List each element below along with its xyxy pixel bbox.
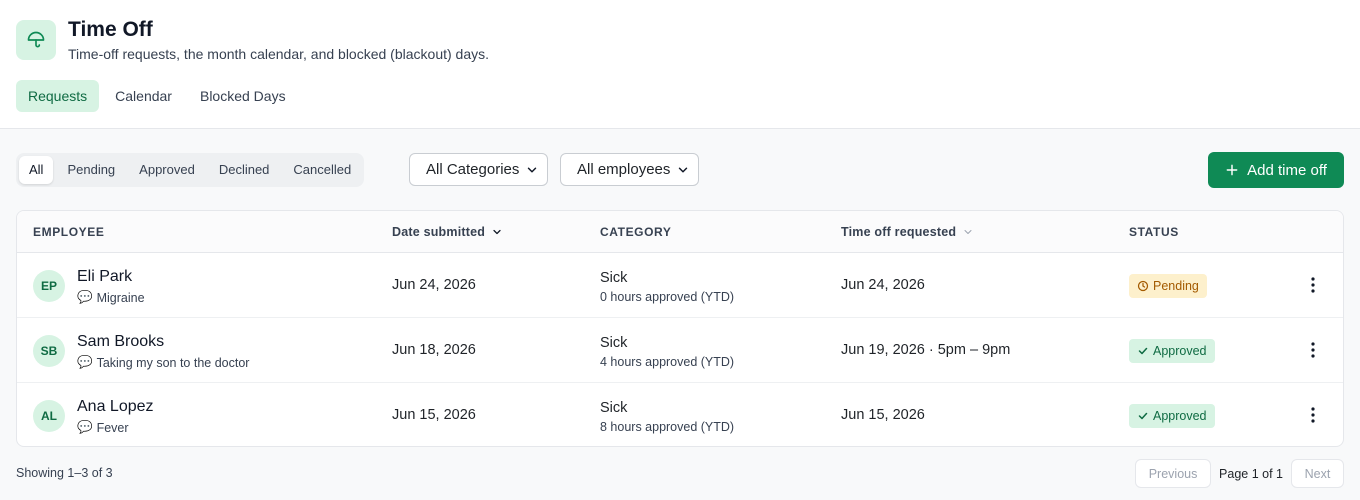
page-subtitle: Time-off requests, the month calendar, a… [68, 46, 490, 62]
tab-blocked-days[interactable]: Blocked Days [188, 80, 298, 112]
category-hours: 4 hours approved (YTD) [600, 355, 735, 369]
row-menu-button[interactable] [1305, 273, 1321, 297]
status-filter: All Pending Approved Declined Cancelled [16, 153, 365, 187]
results-count: Showing 1–3 of 3 [16, 466, 113, 480]
more-vertical-icon [1311, 407, 1315, 423]
request-note: 💬 Taking my son to the doctor [77, 355, 250, 370]
speech-bubble-icon: 💬 [77, 420, 93, 434]
time-off-requested: Jun 15, 2026 [841, 407, 925, 423]
view-tabs: Requests Calendar Blocked Days [16, 80, 298, 112]
filter-toolbar: All Pending Approved Declined Cancelled … [16, 152, 1344, 188]
page-indicator: Page 1 of 1 [1219, 466, 1283, 481]
more-vertical-icon [1311, 342, 1315, 358]
more-vertical-icon [1311, 277, 1315, 293]
employee-name[interactable]: Ana Lopez [77, 398, 154, 416]
status-badge: Pending [1129, 274, 1207, 298]
table-header: EMPLOYEE Date submitted CATEGORY Time of… [17, 211, 1343, 253]
column-category: CATEGORY [600, 225, 672, 239]
speech-bubble-icon: 💬 [77, 355, 93, 369]
status-filter-all[interactable]: All [19, 156, 54, 184]
column-time-off-requested[interactable]: Time off requested [841, 211, 974, 253]
category-select-value: All Categories [426, 161, 520, 178]
chevron-down-icon [964, 230, 972, 234]
category-name: Sick [600, 270, 628, 286]
column-employee: EMPLOYEE [33, 225, 105, 239]
category-hours: 8 hours approved (YTD) [600, 420, 735, 434]
status-filter-cancelled[interactable]: Cancelled [283, 156, 361, 184]
status-filter-approved[interactable]: Approved [129, 156, 205, 184]
clock-icon [1137, 280, 1149, 292]
category-name: Sick [600, 335, 628, 351]
page-header: Time Off Time-off requests, the month ca… [0, 0, 1360, 129]
employee-name[interactable]: Sam Brooks [77, 333, 164, 351]
avatar: EP [33, 270, 65, 302]
avatar: SB [33, 335, 65, 367]
check-icon [1138, 347, 1148, 355]
category-name: Sick [600, 400, 628, 416]
add-time-off-button[interactable]: Add time off [1208, 152, 1344, 188]
employee-select[interactable]: All employees [560, 153, 699, 186]
status-filter-pending[interactable]: Pending [57, 156, 125, 184]
page-title: Time Off [68, 18, 153, 41]
time-off-table: EMPLOYEE Date submitted CATEGORY Time of… [16, 210, 1344, 447]
table-row[interactable]: EP Eli Park 💬 Migraine Jun 24, 2026 Sick… [17, 253, 1343, 318]
previous-page-button[interactable]: Previous [1135, 459, 1212, 488]
date-submitted: Jun 18, 2026 [392, 342, 476, 358]
tab-requests[interactable]: Requests [16, 80, 100, 112]
row-menu-button[interactable] [1305, 338, 1321, 362]
pagination: Previous Page 1 of 1 Next [1135, 459, 1344, 488]
date-submitted: Jun 24, 2026 [392, 277, 476, 293]
next-page-button[interactable]: Next [1291, 459, 1344, 488]
chevron-down-icon [678, 167, 688, 172]
employee-select-value: All employees [577, 161, 671, 178]
time-off-requested: Jun 24, 2026 [841, 277, 925, 293]
avatar: AL [33, 400, 65, 432]
speech-bubble-icon: 💬 [77, 290, 93, 304]
column-status: STATUS [1129, 225, 1179, 239]
status-badge: Approved [1129, 404, 1215, 428]
check-icon [1138, 412, 1148, 420]
table-row[interactable]: SB Sam Brooks 💬 Taking my son to the doc… [17, 318, 1343, 383]
request-note: 💬 Migraine [77, 290, 145, 305]
chevron-down-icon [527, 167, 537, 172]
date-submitted: Jun 15, 2026 [392, 407, 476, 423]
chevron-down-icon [493, 229, 501, 235]
column-date-submitted[interactable]: Date submitted [392, 211, 503, 253]
employee-name[interactable]: Eli Park [77, 268, 132, 286]
status-badge: Approved [1129, 339, 1215, 363]
plus-icon [1226, 164, 1238, 176]
row-menu-button[interactable] [1305, 403, 1321, 427]
request-note: 💬 Fever [77, 420, 129, 435]
category-hours: 0 hours approved (YTD) [600, 290, 735, 304]
table-row[interactable]: AL Ana Lopez 💬 Fever Jun 15, 2026 Sick 8… [17, 383, 1343, 446]
tab-calendar[interactable]: Calendar [103, 80, 184, 112]
time-off-requested: Jun 19, 2026 · 5pm – 9pm [841, 342, 1011, 358]
add-time-off-label: Add time off [1247, 161, 1327, 179]
status-filter-declined[interactable]: Declined [209, 156, 280, 184]
umbrella-icon [16, 20, 56, 60]
category-select[interactable]: All Categories [409, 153, 548, 186]
